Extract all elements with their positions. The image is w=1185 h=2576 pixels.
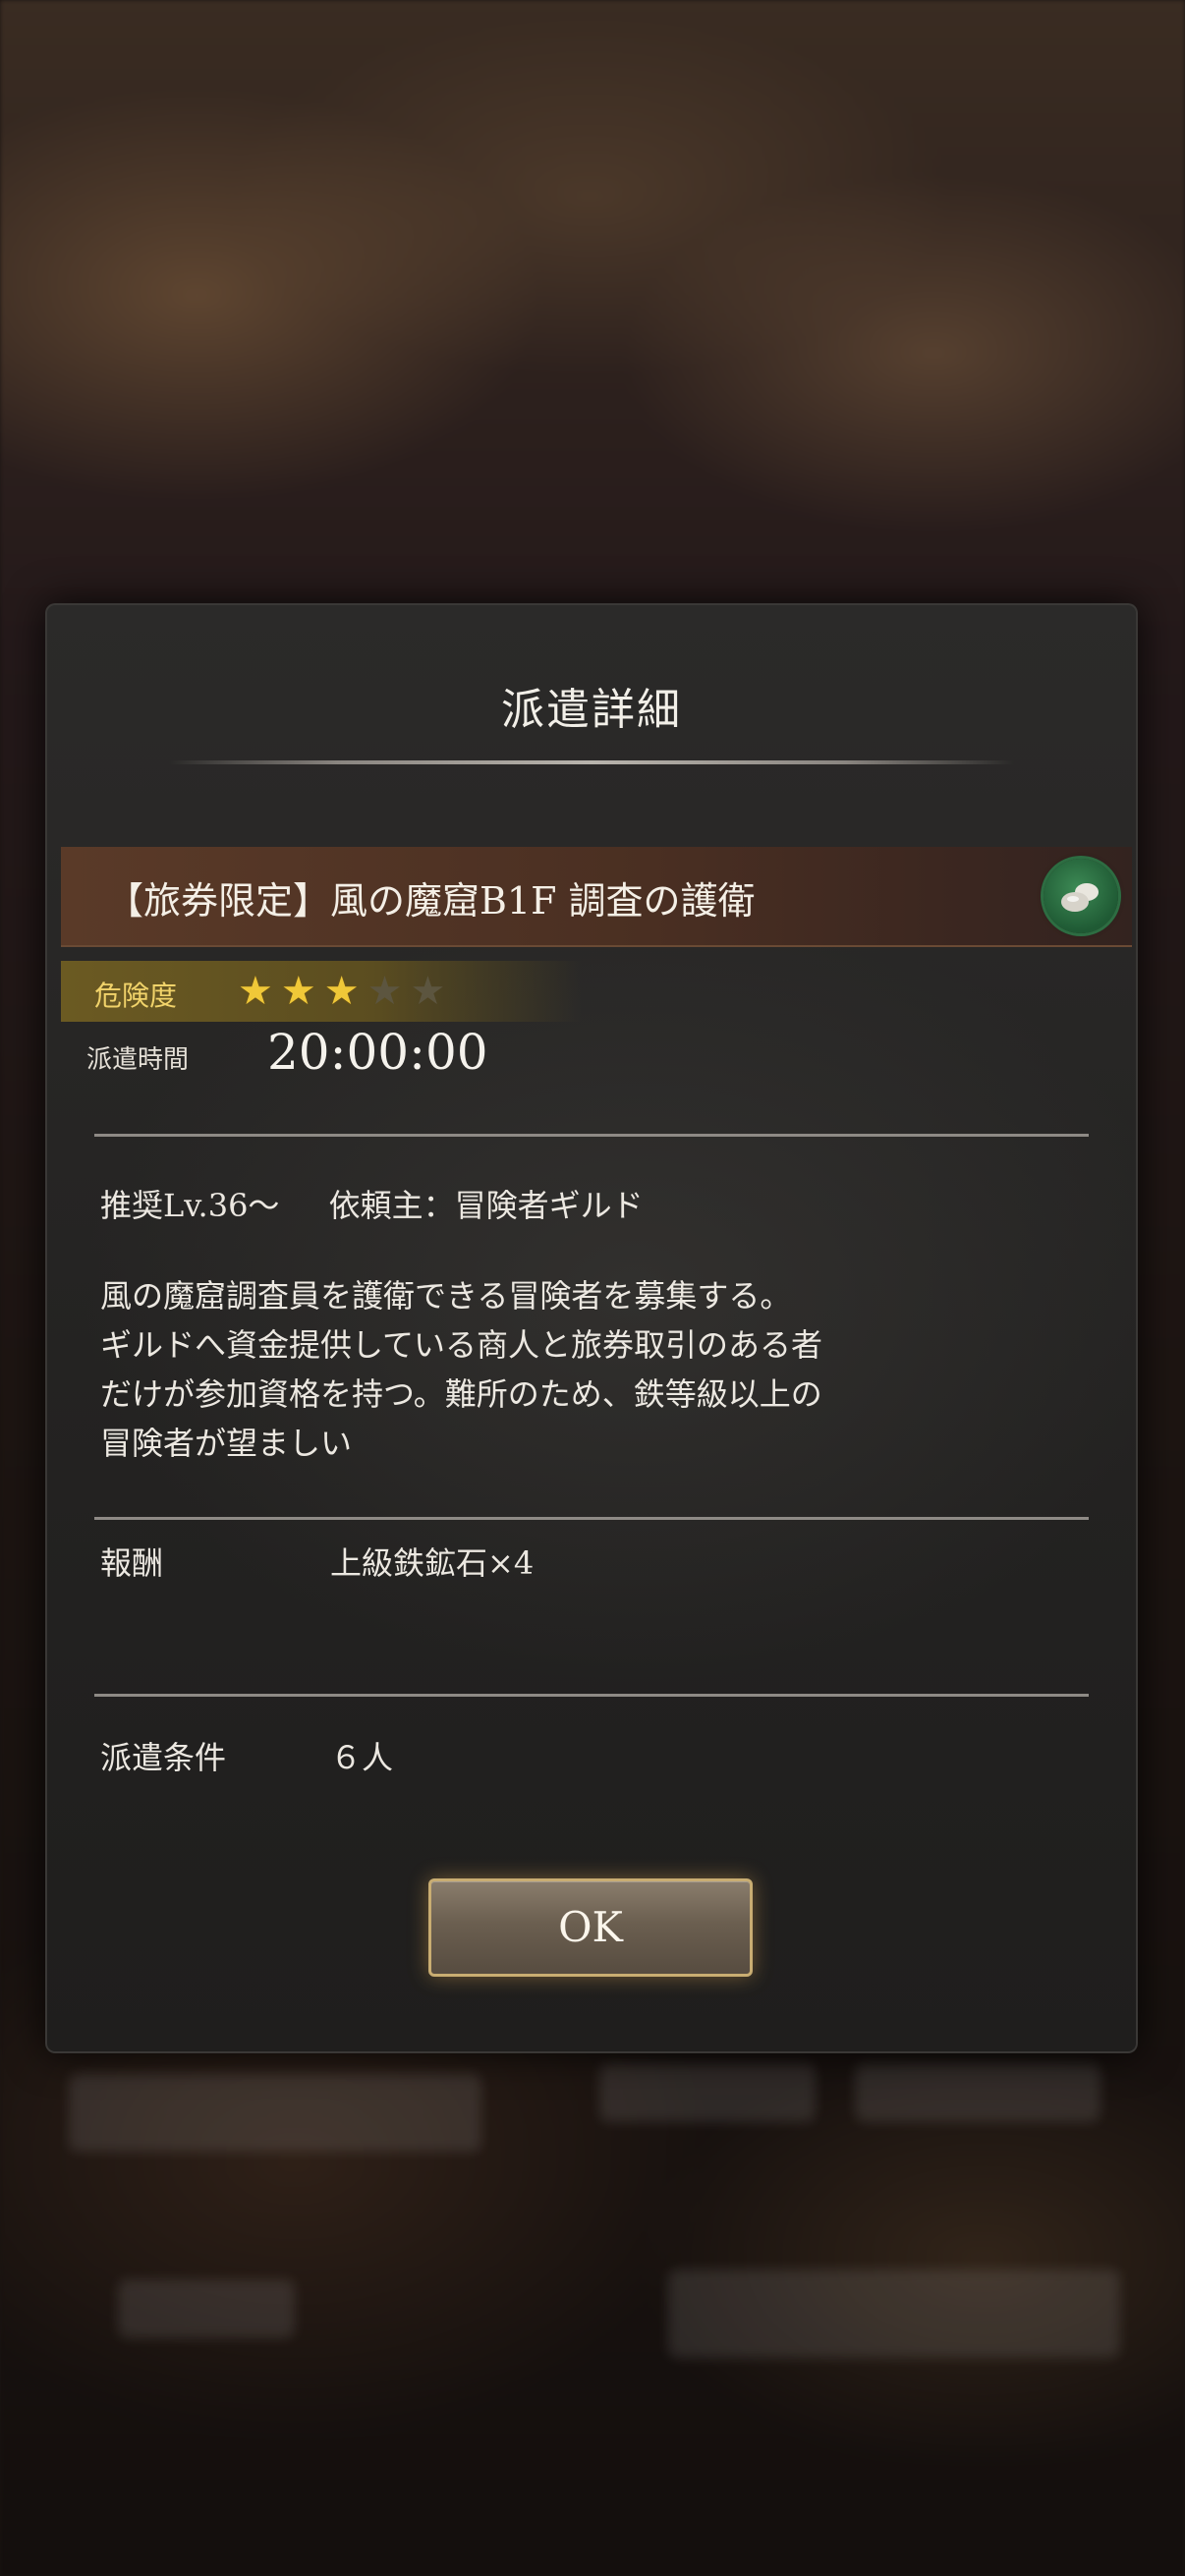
reward-value: 上級鉄鉱石×4 [330,1544,535,1582]
divider [94,1694,1089,1697]
star-empty-icon: ★ [410,969,446,1014]
star-filled-icon: ★ [323,969,360,1014]
condition-label: 派遣条件 [100,1739,227,1776]
condition-value: ６人 [330,1739,394,1776]
dispatch-time-value: 20:00:00 [267,1024,488,1081]
recommended-level: 推奨Lv.36～ [100,1187,280,1224]
star-filled-icon: ★ [238,969,273,1014]
background-panel [668,2269,1120,2358]
background-panel [599,2063,816,2122]
description-line: ギルドへ資金提供している商人と旅券取引のある者 [100,1326,823,1364]
dialog-title: 派遣詳細 [501,685,682,735]
background-panel [855,2063,1100,2122]
mission-name: 【旅券限定】風の魔窟B1F 調査の護衛 [106,879,756,923]
background-panel [118,2279,295,2338]
ore-icon[interactable] [1044,859,1118,933]
mission-info-line: 推奨Lv.36～ 依頼主：冒険者ギルド [100,1181,683,1226]
divider [94,1517,1089,1520]
star-empty-icon: ★ [367,969,403,1014]
dispatch-time-label: 派遣時間 [86,1045,190,1075]
star-filled-icon: ★ [280,969,316,1014]
title-divider [169,760,1014,764]
divider [94,1134,1089,1137]
description-line: だけが参加資格を持つ。難所のため、鉄等級以上の [100,1375,822,1413]
description-line: 風の魔窟調査員を護衛できる冒険者を募集する。 [100,1277,792,1315]
danger-stars: ★ ★ ★ ★ ★ [238,969,445,1014]
danger-rating: 危険度 ★ ★ ★ ★ ★ [61,961,582,1022]
danger-label: 危険度 [94,980,178,1012]
mission-description: 風の魔窟調査員を護衛できる冒険者を募集する。 ギルドへ資金提供している商人と旅券… [100,1271,985,1468]
mission-banner: 【旅券限定】風の魔窟B1F 調査の護衛 [61,847,1132,947]
dispatch-detail-dialog: 派遣詳細 【旅券限定】風の魔窟B1F 調査の護衛 危険度 ★ ★ ★ ★ ★ 派遣時間 … [45,603,1138,2053]
client-name: 依頼主：冒険者ギルド [328,1187,644,1224]
reward-label: 報酬 [100,1544,164,1582]
description-line: 冒険者が望ましい [100,1425,353,1462]
background-panel [69,2073,481,2152]
ok-button[interactable]: OK [428,1878,753,1977]
